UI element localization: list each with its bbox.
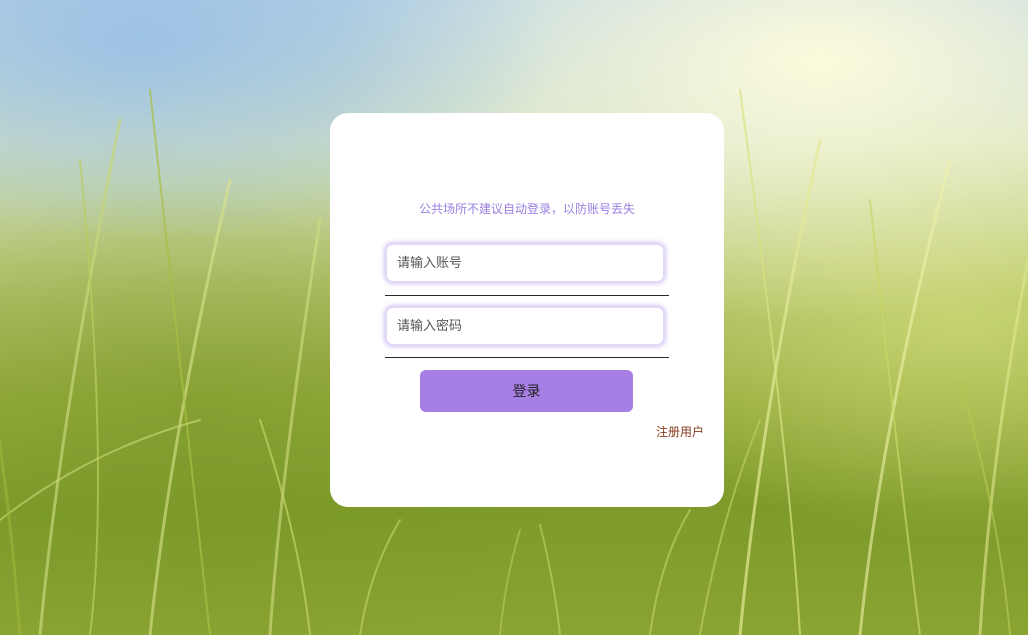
username-field[interactable] [385,243,665,283]
register-link[interactable]: 注册用户 [656,423,704,440]
username-input[interactable] [387,245,663,281]
password-input[interactable] [387,308,663,344]
login-card: 公共场所不建议自动登录，以防账号丢失 登录 注册用户 [330,113,724,507]
password-underline [385,357,669,358]
password-field[interactable] [385,306,665,346]
username-underline [385,295,669,296]
login-button[interactable]: 登录 [420,370,633,412]
login-tip-text: 公共场所不建议自动登录，以防账号丢失 [418,202,635,216]
